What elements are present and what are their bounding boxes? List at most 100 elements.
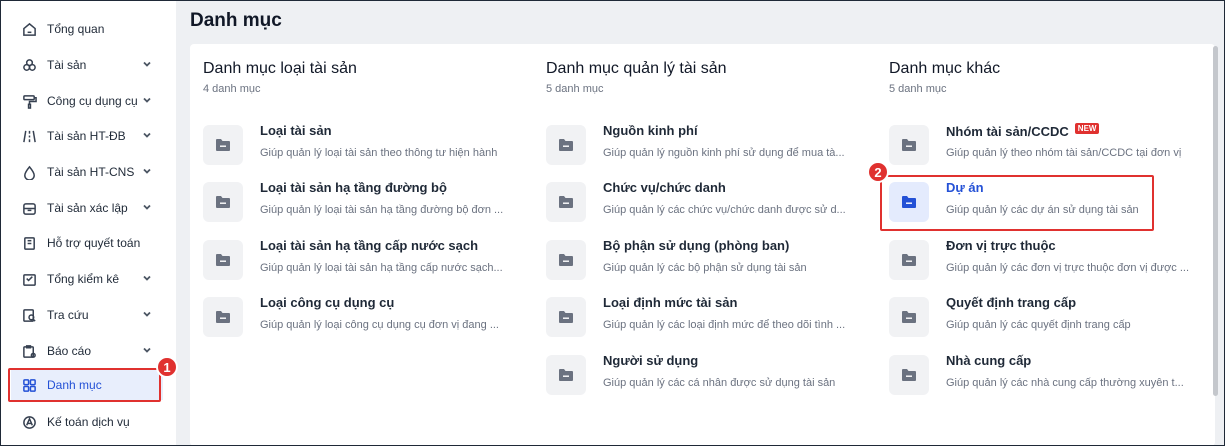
inventory-icon: [21, 271, 37, 287]
category-card-desc: Giúp quản lý các chức vụ/chức danh được …: [603, 204, 846, 216]
category-card-desc: Giúp quản lý loại tài sản theo thông tư …: [260, 147, 498, 159]
category-card[interactable]: Loại tài sản hạ tầng cấp nước sạch Giúp q…: [203, 236, 523, 284]
category-card-name-text: Chức vụ/chức danh: [603, 180, 726, 195]
folder-icon: [203, 240, 243, 280]
category-card-name: Bộ phận sử dụng (phòng ban): [603, 238, 789, 253]
category-card-name-text: Loại công cụ dụng cụ: [260, 295, 395, 310]
sidebar-item-label: Công cụ dụng cụ: [47, 94, 138, 108]
sidebar-item-label: Tài sản HT-CNS: [47, 165, 135, 179]
sidebar-item-label: Tổng quan: [47, 22, 105, 36]
sidebar-item-label: Tổng kiểm kê: [47, 272, 120, 286]
sidebar-item-tài-sản[interactable]: Tài sản: [11, 50, 163, 80]
category-card[interactable]: Nhà cung cấp Giúp quản lý các nhà cung cấ…: [889, 351, 1209, 399]
sidebar-item-label: Báo cáo: [47, 344, 92, 358]
category-group-title: Danh mục quản lý tài sản: [546, 60, 727, 77]
chevron-down-icon[interactable]: [141, 58, 153, 73]
sidebar-item-tài-sản-ht-đb[interactable]: Tài sản HT-ĐB: [11, 121, 163, 151]
folder-icon: [889, 297, 929, 337]
annotation-badge-2: 2: [867, 161, 889, 183]
sidebar-item-label: Tra cứu: [47, 308, 89, 322]
category-card-desc: Giúp quản lý các quyết định trang cấp: [946, 319, 1131, 331]
annotation-badge-1: 1: [156, 356, 178, 378]
paint-roller-icon: [21, 93, 37, 109]
annotation-highlight-danh-muc: [8, 368, 161, 402]
category-card-name: Đơn vị trực thuộc: [946, 238, 1056, 253]
category-card[interactable]: Loại định mức tài sản Giúp quản lý các lo…: [546, 293, 866, 341]
category-card-desc: Giúp quản lý các nhà cung cấp thường xuy…: [946, 377, 1184, 389]
category-card-name: Người sử dụng: [603, 353, 698, 368]
folder-icon: [889, 240, 929, 280]
category-group-title: Danh mục loại tài sản: [203, 60, 357, 77]
sidebar-item-kế-toán-dịch-vụ[interactable]: Kế toán dịch vụ: [11, 407, 163, 437]
sidebar-item-tài-sản-ht-cns[interactable]: Tài sản HT-CNS: [11, 157, 163, 187]
category-card[interactable]: Chức vụ/chức danh Giúp quản lý các chức v…: [546, 178, 866, 226]
category-card[interactable]: Loại tài sản Giúp quản lý loại tài sản th…: [203, 121, 523, 169]
category-card-name: Quyết định trang cấp: [946, 295, 1076, 310]
search-doc-icon: [21, 307, 37, 323]
cubes-icon: [21, 57, 37, 73]
sidebar-item-tổng-quan[interactable]: Tổng quan: [11, 14, 163, 44]
folder-icon: [546, 182, 586, 222]
category-card-name-text: Nhóm tài sản/CCDC: [946, 124, 1069, 139]
category-card-name-text: Loại định mức tài sản: [603, 295, 738, 310]
category-card-desc: Giúp quản lý các cá nhân được sử dụng tà…: [603, 377, 836, 389]
water-drop-icon: [21, 164, 37, 180]
category-card-name-text: Quyết định trang cấp: [946, 295, 1077, 310]
category-card[interactable]: Loại công cụ dụng cụ Giúp quản lý loại cô…: [203, 293, 523, 341]
new-badge: NEW: [1074, 123, 1100, 134]
chevron-down-icon[interactable]: [141, 129, 153, 144]
category-card-desc: Giúp quản lý các loại định mức để theo d…: [603, 319, 846, 331]
category-card-desc: Giúp quản lý loại công cụ dụng cụ đơn vị…: [260, 319, 499, 331]
sidebar-item-báo-cáo[interactable]: Báo cáo: [11, 336, 163, 366]
sidebar-item-label: Tài sản xác lập: [47, 201, 128, 215]
category-card-desc: Giúp quản lý theo nhóm tài sản/CCDC tại …: [946, 147, 1182, 159]
category-card-name: Nhà cung cấp: [946, 353, 1031, 368]
clipboard-icon: [21, 235, 37, 251]
category-card[interactable]: Nhóm tài sản/CCDC NEW Giúp quản lý theo nh…: [889, 121, 1209, 169]
folder-icon: [546, 355, 586, 395]
category-group-count: 5 danh mục: [546, 83, 604, 95]
sidebar-item-tổng-kiểm-kê[interactable]: Tổng kiểm kê: [11, 264, 163, 294]
chevron-down-icon[interactable]: [141, 165, 153, 180]
report-icon: [21, 343, 37, 359]
chevron-down-icon[interactable]: [141, 201, 153, 216]
road-icon: [21, 128, 37, 144]
sidebar-item-công-cụ-dụng-cụ[interactable]: Công cụ dụng cụ: [11, 86, 163, 116]
annotation-highlight-du-an: [880, 175, 1154, 231]
category-card[interactable]: Loại tài sản hạ tầng đường bộ Giúp quản l…: [203, 178, 523, 226]
category-card-desc: Giúp quản lý loại tài sản hạ tầng đường …: [260, 204, 504, 216]
chevron-down-icon[interactable]: [141, 308, 153, 323]
chevron-down-icon[interactable]: [141, 344, 153, 359]
sidebar-item-tra-cứu[interactable]: Tra cứu: [11, 300, 163, 330]
category-card-name: Loại tài sản hạ tầng cấp nước sạch: [260, 238, 478, 253]
folder-icon: [203, 182, 243, 222]
folder-icon: [546, 125, 586, 165]
chevron-down-icon[interactable]: [141, 94, 153, 109]
category-card[interactable]: Người sử dụng Giúp quản lý các cá nhân đư…: [546, 351, 866, 399]
category-card[interactable]: Nguồn kinh phí Giúp quản lý nguồn kinh ph…: [546, 121, 866, 169]
category-card-desc: Giúp quản lý loại tài sản hạ tầng cấp nư…: [260, 262, 503, 274]
home-icon: [21, 21, 37, 37]
sidebar-item-hỗ-trợ-quyết-toán[interactable]: Hỗ trợ quyết toán: [11, 228, 163, 258]
category-card-name: Loại tài sản: [260, 123, 332, 138]
archive-icon: [21, 200, 37, 216]
category-card-name-text: Nguồn kinh phí: [603, 123, 698, 138]
folder-icon: [203, 125, 243, 165]
folder-icon: [889, 355, 929, 395]
category-card-name-text: Loại tài sản: [260, 123, 332, 138]
category-card[interactable]: Bộ phận sử dụng (phòng ban) Giúp quản lý …: [546, 236, 866, 284]
folder-icon: [546, 240, 586, 280]
category-card[interactable]: Quyết định trang cấp Giúp quản lý các quy…: [889, 293, 1209, 341]
category-card-name: Chức vụ/chức danh: [603, 180, 726, 195]
sidebar-item-label: Tài sản HT-ĐB: [47, 129, 126, 143]
page-title: Danh mục: [190, 10, 282, 31]
category-card[interactable]: Đơn vị trực thuộc Giúp quản lý các đơn vị…: [889, 236, 1209, 284]
category-card-name: Loại tài sản hạ tầng đường bộ: [260, 180, 447, 195]
category-card-desc: Giúp quản lý các bộ phận sử dụng tài sản: [603, 262, 807, 274]
category-card-name: Nguồn kinh phí: [603, 123, 698, 138]
chevron-down-icon[interactable]: [141, 272, 153, 287]
sidebar-item-tài-sản-xác-lập[interactable]: Tài sản xác lập: [11, 193, 163, 223]
scrollbar[interactable]: [1213, 46, 1218, 396]
category-card-name-text: Bộ phận sử dụng (phòng ban): [603, 238, 790, 253]
category-card-name-text: Đơn vị trực thuộc: [946, 238, 1056, 253]
